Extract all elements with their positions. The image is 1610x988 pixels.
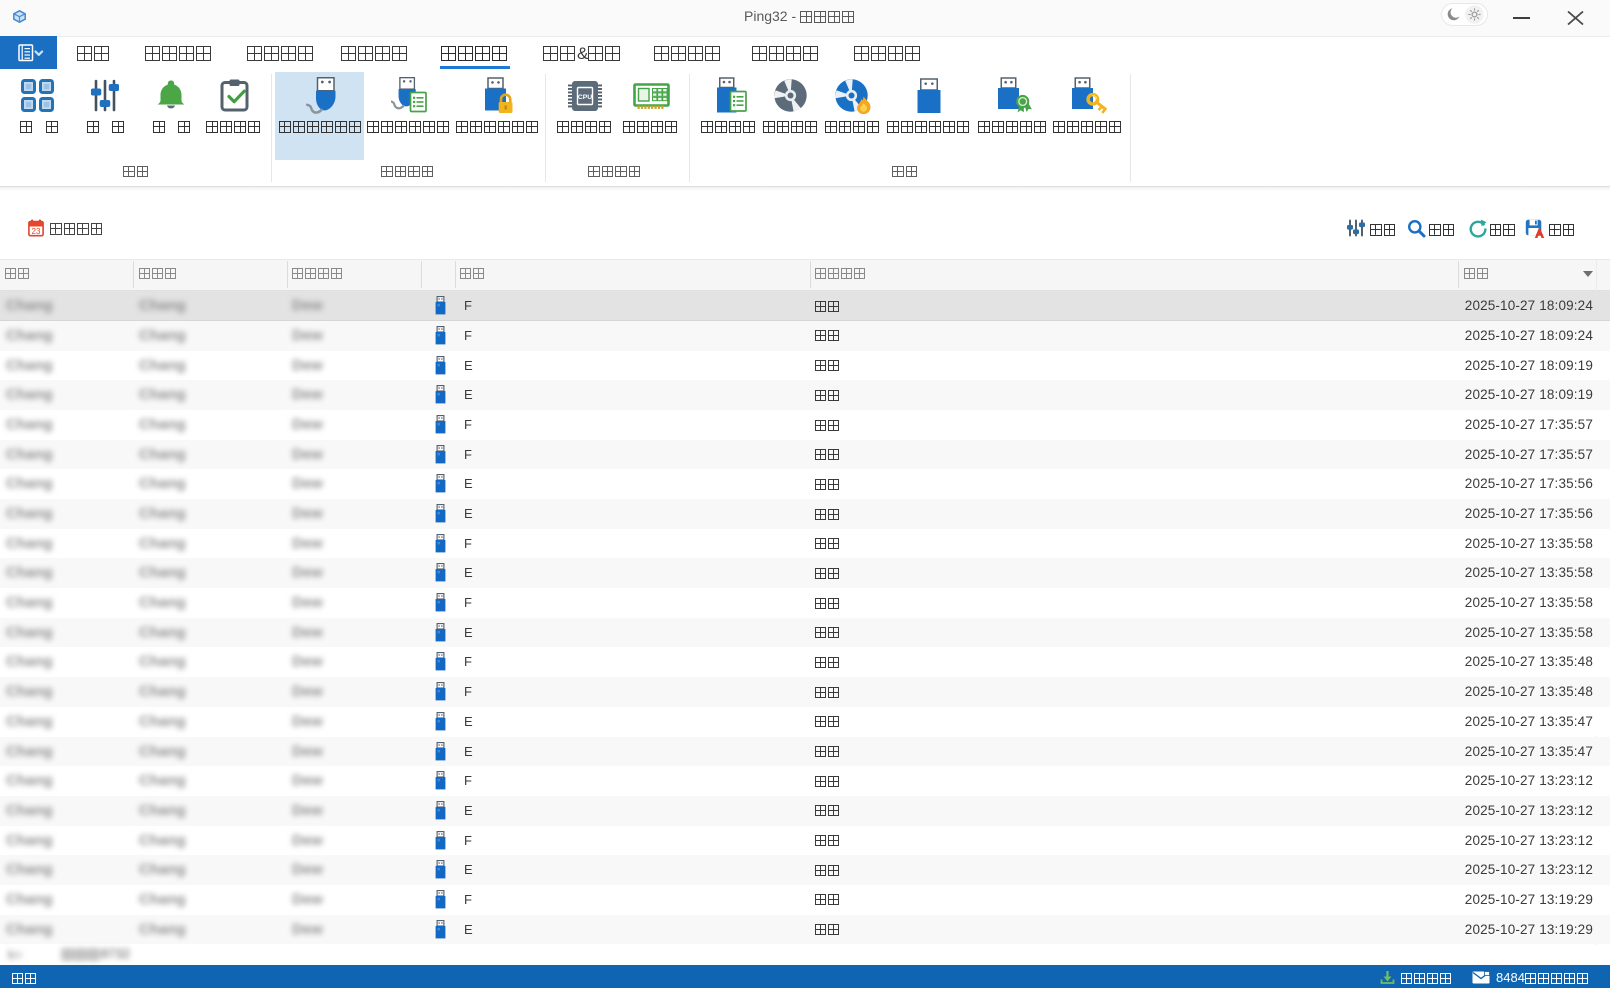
svg-text:23: 23 bbox=[32, 227, 41, 236]
svg-text:CPU: CPU bbox=[577, 93, 591, 100]
